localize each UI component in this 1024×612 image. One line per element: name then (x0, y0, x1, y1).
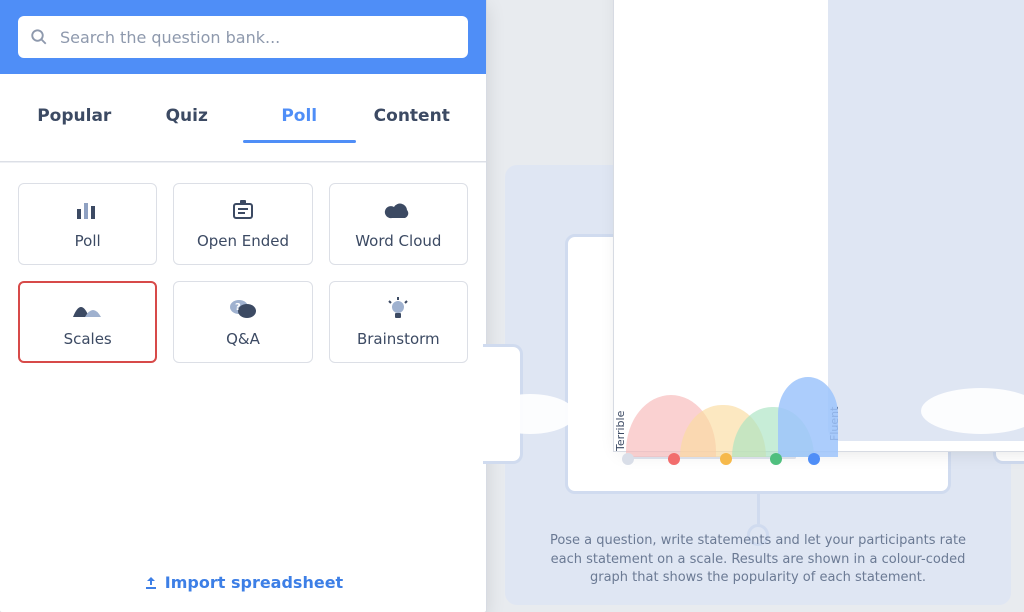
tab-popular[interactable]: Popular (18, 92, 131, 161)
card-label: Brainstorm (357, 330, 440, 348)
tab-poll[interactable]: Poll (243, 92, 356, 161)
search-bar-wrap (0, 0, 486, 74)
tabs: Popular Quiz Poll Content (0, 92, 486, 162)
scales-chart: Terrible Fluent (608, 369, 808, 469)
tab-label: Poll (281, 106, 317, 126)
card-label: Word Cloud (355, 232, 441, 250)
card-qa[interactable]: ? Q&A (173, 281, 312, 363)
slide: From 1 to 5, how would you rate your Fre… (565, 234, 951, 494)
slide-preview: From 1 to 5, how would you rate your Fre… (505, 234, 1011, 494)
search-input[interactable] (58, 27, 456, 48)
open-ended-icon (231, 198, 255, 224)
import-spreadsheet-button[interactable]: Import spreadsheet (0, 559, 486, 612)
cloud-icon (384, 198, 412, 224)
card-label: Scales (64, 330, 112, 348)
import-label: Import spreadsheet (165, 573, 343, 592)
search-icon (30, 28, 48, 46)
upload-icon (143, 575, 159, 591)
card-scales[interactable]: Scales (18, 281, 157, 363)
search-bar[interactable] (18, 16, 468, 58)
card-label: Open Ended (197, 232, 289, 250)
question-type-grid: Poll Open Ended Word Cloud Scales ? Q&A (0, 162, 486, 363)
tab-label: Content (374, 106, 450, 126)
card-poll[interactable]: Poll (18, 183, 157, 265)
qa-icon: ? (229, 296, 257, 322)
svg-text:?: ? (235, 302, 241, 313)
card-brainstorm[interactable]: Brainstorm (329, 281, 468, 363)
axis-high: Fluent (828, 0, 1024, 441)
preview-panel: Scales From 1 to 5, how would you rate y… (505, 165, 1011, 605)
cloud-decoration (485, 394, 575, 434)
card-open-ended[interactable]: Open Ended (173, 183, 312, 265)
card-label: Q&A (226, 330, 260, 348)
scales-icon (73, 296, 103, 322)
tab-label: Popular (37, 106, 111, 126)
tab-label: Quiz (166, 106, 208, 126)
card-word-cloud[interactable]: Word Cloud (329, 183, 468, 265)
tab-content[interactable]: Content (356, 92, 469, 161)
card-label: Poll (75, 232, 101, 250)
question-type-panel: Popular Quiz Poll Content Poll Open Ende… (0, 0, 486, 612)
brainstorm-icon (387, 296, 409, 322)
preview-description: Pose a question, write statements and le… (535, 532, 981, 587)
poll-icon (75, 198, 101, 224)
tab-quiz[interactable]: Quiz (131, 92, 244, 161)
